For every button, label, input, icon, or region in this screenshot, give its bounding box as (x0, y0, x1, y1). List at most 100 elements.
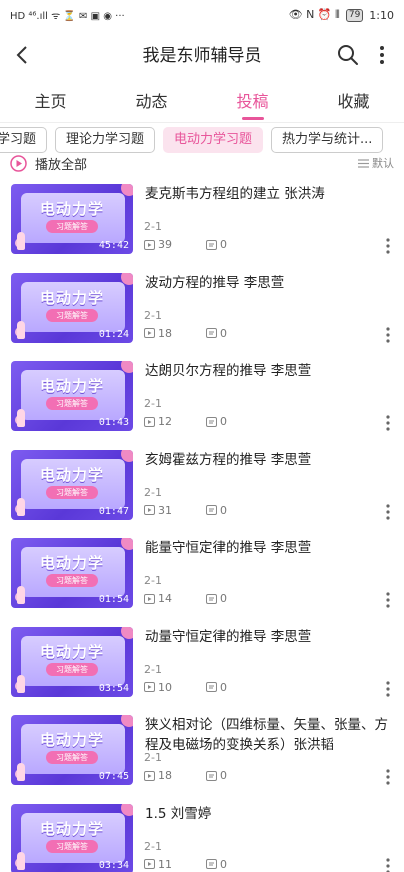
play-count-icon (144, 859, 155, 869)
chip-item[interactable]: 热力学与统计... (271, 127, 384, 153)
thumbnail-title: 电动力学 (39, 642, 104, 661)
status-left-text: HD ⁴⁶.ıll ᯤ ⏳ ✉ ▣ ◉ ··· (10, 11, 125, 22)
back-arrow-icon[interactable] (12, 44, 34, 66)
chip-item[interactable]: 学习题 (0, 127, 48, 153)
video-list-item[interactable]: 电动力学 习题解答 01:47 亥姆霍兹方程的推导 李思萱 2-1 31 0 (0, 446, 404, 535)
play-count: 12 (158, 415, 172, 428)
video-title[interactable]: 狭义相对论（四维标量、矢量、张量、方程及电磁场的变换关系）张洪韬 (145, 715, 390, 755)
person-figure-icon (17, 409, 25, 427)
video-list-item[interactable]: 电动力学 习题解答 03:34 1.5 刘雪婷 2-1 11 0 (0, 800, 404, 872)
play-circle-icon[interactable] (10, 154, 27, 172)
video-episode: 2-1 (144, 485, 162, 499)
play-count: 18 (158, 769, 172, 782)
video-thumbnail[interactable]: 电动力学 习题解答 01:24 (11, 272, 133, 343)
thumbnail-badge: 习题解答 (46, 839, 98, 853)
video-thumbnail[interactable]: 电动力学 习题解答 07:45 (11, 715, 133, 785)
more-vertical-icon[interactable] (386, 592, 390, 608)
thumbnail-badge: 习题解答 (46, 574, 98, 587)
thumbnail-badge: 习题解答 (46, 662, 98, 676)
video-episode: 2-1 (144, 397, 162, 410)
video-duration: 03:34 (98, 859, 129, 871)
video-title[interactable]: 亥姆霍兹方程的推导 李思萱 (145, 450, 390, 470)
battery-indicator: 79 (345, 8, 364, 22)
comment-count-icon (206, 593, 217, 604)
video-list-item[interactable]: 电动力学 习题解答 03:54 动量守恒定律的推导 李思萱 2-1 10 0 (0, 623, 404, 712)
video-title[interactable]: 麦克斯韦方程组的建立 张洪涛 (145, 184, 390, 204)
video-list: 电动力学 习题解答 45:42 麦克斯韦方程组的建立 张洪涛 2-1 39 0 … (0, 180, 404, 872)
profile-tabs: 主页 动态 投稿 收藏 (0, 82, 404, 122)
tab-feed[interactable]: 动态 (101, 82, 202, 122)
video-thumbnail[interactable]: 电动力学 习题解答 01:47 (11, 449, 133, 520)
video-title[interactable]: 波动方程的推导 李思萱 (145, 273, 390, 293)
thumbnail-title: 电动力学 (39, 288, 104, 307)
more-vertical-icon[interactable] (386, 680, 390, 697)
video-stats: 18 0 (144, 327, 227, 340)
video-list-item[interactable]: 电动力学 习题解答 01:54 能量守恒定律的推导 李思萱 2-1 14 0 (0, 534, 404, 623)
thumbnail-title: 电动力学 (39, 819, 104, 838)
play-count: 14 (158, 592, 172, 605)
video-title[interactable]: 能量守恒定律的推导 李思萱 (145, 538, 390, 558)
video-thumbnail[interactable]: 电动力学 习题解答 01:54 (11, 538, 133, 608)
comment-count-icon (206, 328, 217, 338)
thumbnail-title: 电动力学 (39, 200, 104, 218)
play-count: 10 (158, 680, 172, 694)
video-title[interactable]: 1.5 刘雪婷 (145, 804, 390, 824)
more-vertical-icon[interactable] (386, 415, 390, 431)
video-title[interactable]: 动量守恒定律的推导 李思萱 (145, 627, 390, 647)
video-list-item[interactable]: 电动力学 习题解答 01:24 波动方程的推导 李思萱 2-1 18 0 (0, 269, 404, 358)
tab-favorites[interactable]: 收藏 (303, 82, 404, 122)
video-thumbnail[interactable]: 电动力学 习题解答 45:42 (11, 184, 133, 254)
video-thumbnail[interactable]: 电动力学 习题解答 01:43 (11, 361, 133, 431)
chip-item[interactable]: 电动力学习题 (163, 127, 264, 153)
person-figure-icon (17, 851, 25, 870)
tab-home[interactable]: 主页 (0, 82, 101, 122)
thumbnail-title: 电动力学 (39, 731, 104, 749)
video-thumbnail[interactable]: 电动力学 习题解答 03:34 (11, 803, 133, 872)
search-icon[interactable] (336, 43, 360, 67)
video-list-item[interactable]: 电动力学 习题解答 07:45 狭义相对论（四维标量、矢量、张量、方程及电磁场的… (0, 711, 404, 800)
collection-chips: 学习题 理论力学习题 电动力学习题 热力学与统计... (0, 127, 384, 153)
comment-count: 0 (220, 326, 227, 340)
person-figure-icon (17, 586, 25, 604)
thumbnail-badge: 习题解答 (46, 751, 98, 764)
comment-count-icon (206, 770, 217, 781)
thumbnail-title: 电动力学 (39, 465, 104, 484)
video-thumbnail[interactable]: 电动力学 习题解答 03:54 (11, 626, 133, 697)
sort-button[interactable]: 默认 (358, 155, 394, 171)
more-vertical-icon[interactable] (372, 44, 392, 66)
play-count: 39 (158, 238, 172, 251)
play-count-icon (144, 416, 155, 427)
video-list-item[interactable]: 电动力学 习题解答 01:43 达朗贝尔方程的推导 李思萱 2-1 12 0 (0, 357, 404, 446)
thumbnail-title: 电动力学 (39, 554, 104, 572)
video-episode: 2-1 (144, 308, 162, 322)
thumbnail-badge: 习题解答 (46, 220, 98, 233)
more-vertical-icon[interactable] (386, 503, 390, 520)
video-duration: 01:24 (98, 328, 129, 340)
person-figure-icon (17, 674, 25, 693)
more-vertical-icon[interactable] (386, 857, 390, 872)
play-count-icon (144, 593, 155, 604)
thumbnail-badge: 习题解答 (46, 308, 98, 322)
chip-item[interactable]: 理论力学习题 (55, 127, 156, 153)
status-time: 1:10 (369, 8, 394, 22)
video-title[interactable]: 达朗贝尔方程的推导 李思萱 (145, 361, 390, 381)
status-right-icons: 👁 N ⏰ ⦀ (288, 8, 340, 21)
person-figure-icon (17, 763, 25, 781)
video-stats: 12 0 (144, 415, 227, 428)
video-stats: 31 0 (144, 504, 227, 517)
more-vertical-icon[interactable] (386, 238, 390, 254)
comment-count: 0 (220, 857, 227, 871)
tab-uploads[interactable]: 投稿 (202, 82, 303, 122)
comment-count-icon (206, 859, 217, 869)
video-episode: 2-1 (144, 220, 162, 233)
status-bar-left-icons: HD ⁴⁶.ıll ᯤ ⏳ ✉ ▣ ◉ ··· (10, 8, 125, 22)
video-list-item[interactable]: 电动力学 习题解答 45:42 麦克斯韦方程组的建立 张洪涛 2-1 39 0 (0, 180, 404, 269)
play-count: 18 (158, 326, 172, 340)
video-stats: 11 0 (144, 858, 227, 871)
more-vertical-icon[interactable] (386, 769, 390, 785)
video-stats: 18 0 (144, 769, 227, 782)
more-vertical-icon[interactable] (386, 326, 390, 343)
play-all-button[interactable]: 播放全部 (35, 154, 87, 173)
sort-icon (358, 158, 369, 168)
comment-count: 0 (220, 503, 227, 517)
